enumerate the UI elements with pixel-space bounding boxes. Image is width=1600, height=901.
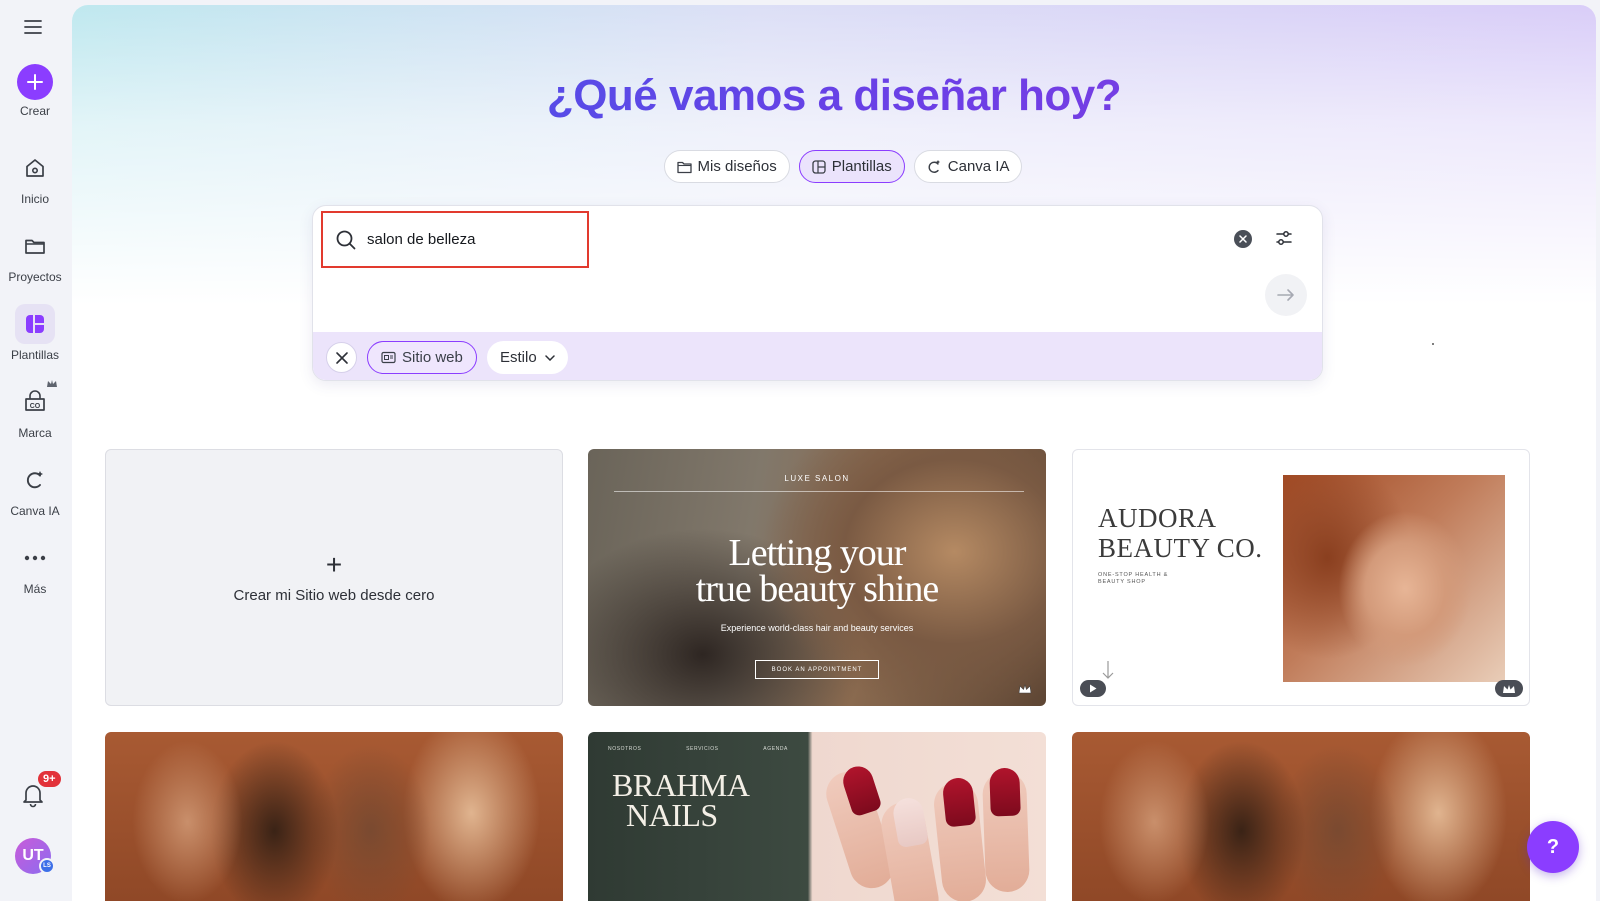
template-nav-item: SERVICIOS — [686, 746, 719, 752]
folder-icon — [15, 226, 55, 266]
sidebar-item-label: Marca — [18, 426, 52, 440]
svg-text:CO: CO — [30, 403, 41, 410]
filter-chip-sitio-web[interactable]: Sitio web — [367, 341, 477, 374]
search-query: salon de belleza — [367, 231, 476, 248]
template-title: BRAHMA NAILS — [612, 767, 750, 833]
template-icon — [812, 159, 826, 174]
template-title-line: Letting your — [728, 532, 907, 574]
sidebar-item-marca[interactable]: CO Marca — [0, 380, 70, 440]
filter-chip-estilo[interactable]: Estilo — [487, 341, 568, 374]
crown-icon — [1012, 681, 1038, 697]
template-cta: BOOK AN APPOINTMENT — [755, 660, 879, 679]
sidebar-item-canva-ia[interactable]: Canva IA — [0, 460, 70, 518]
template-title: Letting your true beauty shine — [588, 532, 1046, 610]
sidebar-item-label: Canva IA — [10, 504, 60, 518]
template-nav-item: NOSOTROS — [608, 746, 642, 752]
template-photo — [1283, 475, 1505, 682]
sidebar-item-inicio[interactable]: Inicio — [0, 148, 70, 206]
tab-mis-disenos[interactable]: Mis diseños — [663, 150, 790, 183]
sidebar-item-label: Crear — [19, 104, 50, 118]
template-card-beauty-women[interactable] — [105, 732, 563, 901]
clear-search-button[interactable] — [1234, 230, 1252, 248]
main-panel: ¿Qué vamos a diseñar hoy? Mis diseños Pl… — [72, 5, 1596, 901]
template-card-audora-beauty[interactable]: AUDORA BEAUTY CO. ONE-STOP HEALTH & BEAU… — [1072, 449, 1530, 706]
template-nav-item: AGENDA — [763, 746, 788, 752]
template-subtitle: Experience world-class hair and beauty s… — [720, 623, 914, 633]
video-play-icon — [1080, 680, 1106, 697]
chip-label: Sitio web — [402, 349, 463, 366]
filter-sliders-icon[interactable] — [1275, 230, 1295, 248]
sidebar-item-plantillas[interactable]: Plantillas — [0, 304, 70, 362]
page-title: ¿Qué vamos a diseñar hoy? — [72, 71, 1596, 121]
filter-chip-bar: Sitio web Estilo — [313, 332, 1322, 380]
close-icon — [335, 351, 348, 364]
hamburger-menu-icon[interactable] — [21, 16, 45, 38]
folder-icon — [676, 161, 692, 173]
sidebar-item-label: Proyectos — [8, 270, 62, 284]
clear-filters-button[interactable] — [326, 342, 357, 373]
sidebar-item-label: Más — [23, 582, 47, 596]
template-card-beauty-women[interactable] — [1072, 732, 1530, 901]
tab-label: Plantillas — [831, 158, 892, 175]
create-blank-website-card[interactable]: + Crear mi Sitio web desde cero — [105, 449, 563, 706]
close-icon — [1239, 235, 1247, 243]
template-title-line: BRAHMA — [612, 767, 750, 803]
crown-icon — [46, 376, 58, 394]
search-input[interactable]: salon de belleza — [321, 211, 589, 268]
template-subtitle: ONE-STOP HEALTH & BEAUTY SHOP — [1098, 572, 1169, 585]
template-title-line: true beauty shine — [695, 568, 940, 610]
sidebar-item-mas[interactable]: Más — [0, 538, 70, 596]
sidebar-item-crear[interactable]: Crear — [0, 64, 70, 118]
tab-plantillas[interactable]: Plantillas — [798, 150, 905, 183]
notification-badge: 9+ — [38, 771, 61, 787]
sidebar-item-label: Inicio — [20, 192, 49, 206]
template-card-brahma-nails[interactable]: NOSOTROS SERVICIOS AGENDA BRAHMA NAILS — [588, 732, 1046, 901]
canva-ai-icon — [15, 460, 55, 500]
canva-ai-icon — [928, 160, 940, 173]
website-icon — [381, 351, 396, 364]
sidebar-item-proyectos[interactable]: Proyectos — [0, 226, 70, 284]
chevron-down-icon — [544, 354, 555, 361]
plus-icon: + — [325, 549, 343, 580]
create-blank-label: Crear mi Sitio web desde cero — [233, 587, 435, 604]
arrow-right-icon — [1277, 289, 1294, 301]
nail-illustration — [941, 776, 977, 828]
team-avatar: LS — [39, 858, 55, 874]
submit-search-button[interactable] — [1265, 274, 1307, 316]
template-brand: LUXE SALON — [784, 474, 850, 483]
search-icon — [336, 230, 356, 249]
template-icon — [15, 304, 55, 344]
template-card-luxe-salon[interactable]: LUXE SALON Letting your true beauty shin… — [588, 449, 1046, 706]
more-dots-icon — [15, 538, 55, 578]
help-button[interactable]: ? — [1527, 821, 1579, 873]
template-title-line: BEAUTY CO. — [1098, 533, 1263, 563]
nail-illustration — [989, 767, 1021, 817]
chip-label: Estilo — [500, 349, 537, 366]
template-title-line: NAILS — [626, 797, 718, 833]
tab-label: Mis diseños — [697, 158, 777, 175]
template-title-line: AUDORA — [1098, 503, 1217, 533]
search-card: salon de belleza Sitio web Estilo — [312, 205, 1323, 381]
tab-label: Canva IA — [947, 158, 1010, 175]
plus-icon — [17, 64, 53, 100]
decorative-dot — [1432, 343, 1434, 345]
sidebar: Crear Inicio Proyectos Plantillas CO Mar… — [0, 0, 70, 901]
home-icon — [15, 148, 55, 188]
sidebar-item-label: Plantillas — [10, 348, 60, 362]
search-scope-tabs: Mis diseños Plantillas Canva IA — [72, 150, 1596, 183]
divider — [614, 491, 1024, 492]
template-title: AUDORA BEAUTY CO. — [1098, 503, 1263, 563]
template-nav: NOSOTROS SERVICIOS AGENDA — [608, 746, 788, 752]
tab-canva-ia[interactable]: Canva IA — [913, 150, 1023, 183]
crown-icon — [1495, 680, 1523, 697]
